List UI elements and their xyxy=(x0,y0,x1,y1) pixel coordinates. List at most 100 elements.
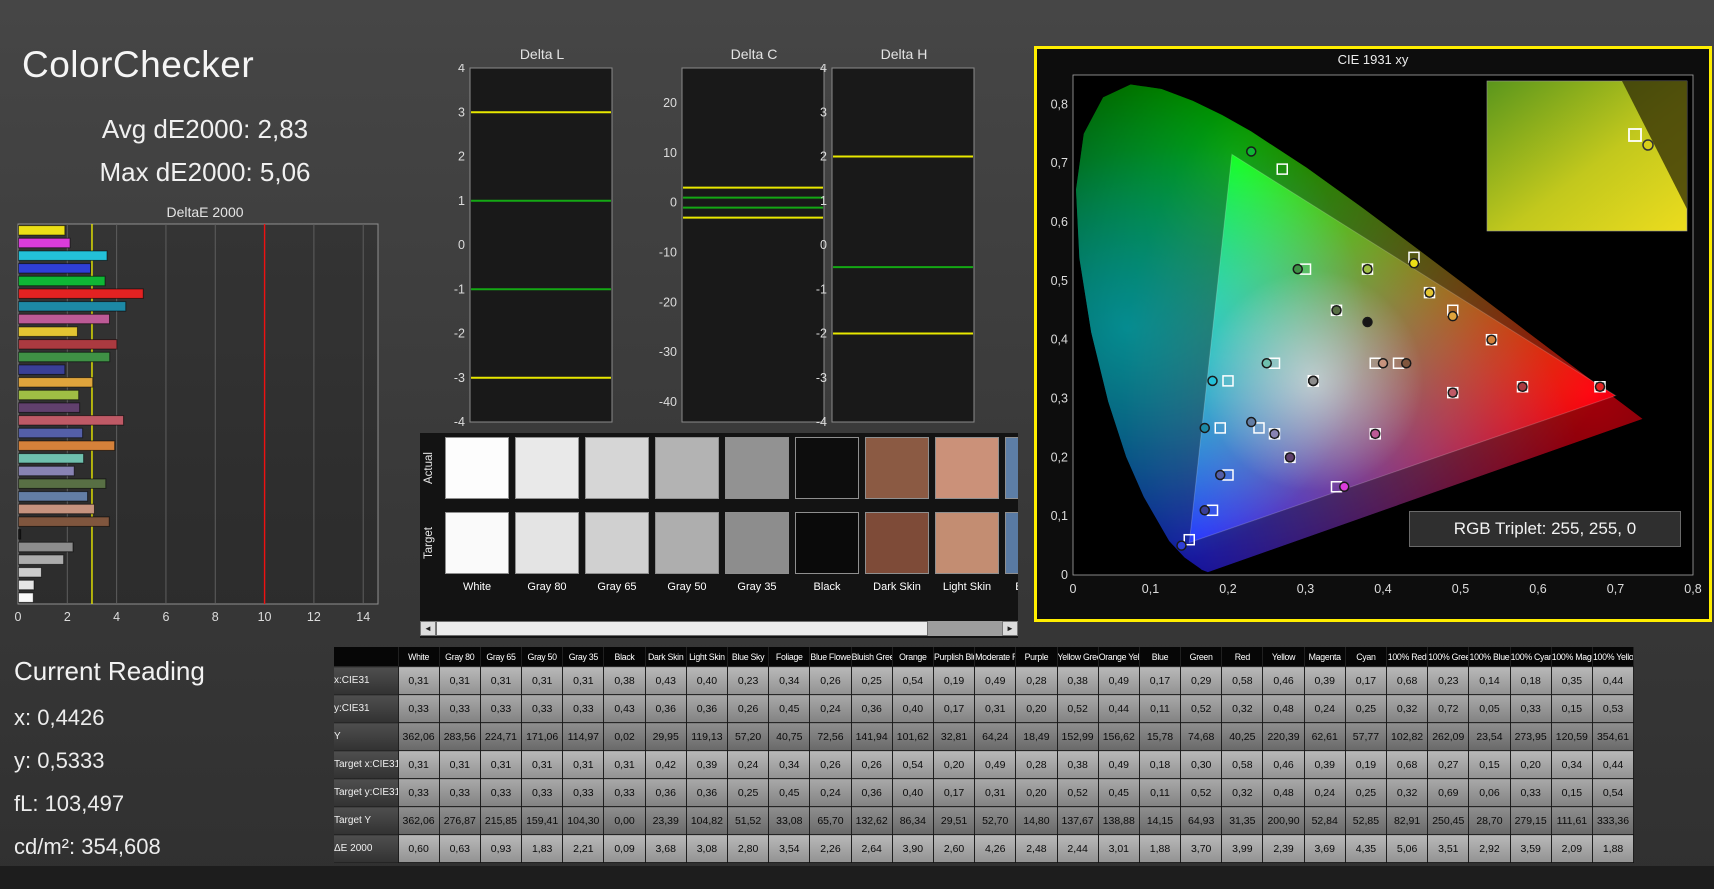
col-header: Bluish Green xyxy=(851,647,893,667)
table-cell: 0,32 xyxy=(1386,694,1429,723)
swatch-column-Gray 50: Gray 50 xyxy=(652,433,722,638)
swatch-actual[interactable] xyxy=(1005,437,1018,499)
swatch-target[interactable] xyxy=(725,512,789,574)
strip-plot-area xyxy=(831,67,975,423)
table-cell: 0,33 xyxy=(398,778,440,807)
swatch-column-Black: Black xyxy=(792,433,862,638)
row-label: Y xyxy=(334,722,399,751)
swatch-target[interactable] xyxy=(1005,512,1018,574)
current-reading-title: Current Reading xyxy=(14,656,205,686)
swatch-target[interactable] xyxy=(585,512,649,574)
table-cell: 0,33 xyxy=(398,694,440,723)
table-cell: 0,33 xyxy=(1510,694,1552,723)
axis-tick-label: 0,2 xyxy=(1219,582,1236,596)
table-cell: 72,56 xyxy=(809,722,852,751)
axis-tick-label: 0 xyxy=(15,610,22,624)
measured-marker-Red xyxy=(1517,381,1528,393)
table-cell: 152,99 xyxy=(1057,722,1099,751)
axis-tick-label: -1 xyxy=(454,282,465,296)
table-row: Target x:CIE31 0,31 0,31 0,31 0,31 0,31 0,31 0,… xyxy=(334,750,1635,779)
table-cell: 0,32 xyxy=(1221,778,1264,807)
table-cell: 0,33 xyxy=(521,694,564,723)
max-de2000-stat: Max dE2000: 5,06 xyxy=(99,157,311,187)
axis-tick-label: 2 xyxy=(458,150,465,164)
deltae2000-bar-chart: DeltaE 2000 0 2 4 6 8 10 12 14 xyxy=(14,202,396,631)
swatch-target[interactable] xyxy=(655,512,719,574)
table-cell: 2,21 xyxy=(562,834,605,863)
table-cell: 0,19 xyxy=(1345,750,1388,779)
table-cell: 215,85 xyxy=(480,806,523,835)
table-cell: 0,33 xyxy=(521,778,564,807)
table-cell: 0,31 xyxy=(974,778,1017,807)
delta-h-title: Delta H xyxy=(880,46,928,62)
table-cell: 5,06 xyxy=(1386,834,1429,863)
scrollbar-thumb[interactable] xyxy=(436,621,928,636)
deltae-bar xyxy=(18,301,127,312)
table-cell: 0,31 xyxy=(521,666,564,695)
table-cell: 283,56 xyxy=(439,722,481,751)
table-cell: 51,52 xyxy=(727,806,770,835)
swatch-actual[interactable] xyxy=(795,437,859,499)
col-header: Cyan xyxy=(1345,647,1388,667)
table-cell: 0,35 xyxy=(1551,666,1593,695)
table-cell: 0,69 xyxy=(1427,778,1470,807)
swatch-actual[interactable] xyxy=(935,437,999,499)
measured-marker-Purplish Blue xyxy=(1215,469,1226,481)
table-cell: 0,33 xyxy=(562,694,605,723)
swatch-target[interactable] xyxy=(445,512,509,574)
measured-marker-Foliage xyxy=(1331,305,1342,316)
swatch-actual[interactable] xyxy=(445,437,509,499)
table-cell: 0,34 xyxy=(768,750,811,779)
deltae-bar xyxy=(18,529,22,540)
deltae-bar xyxy=(18,288,144,299)
swatch-actual[interactable] xyxy=(865,437,929,499)
deltae-bar xyxy=(18,275,106,287)
table-cell: 0,40 xyxy=(892,694,934,723)
table-cell: 0,54 xyxy=(1592,778,1635,807)
table-cell: 0,36 xyxy=(645,694,687,723)
table-cell: 0,18 xyxy=(1139,750,1182,779)
table-cell: 0,31 xyxy=(562,750,605,779)
swatch-scrollbar[interactable]: ◄ ► xyxy=(420,621,1018,636)
swatch-actual[interactable] xyxy=(585,437,649,499)
table-cell: 28,70 xyxy=(1468,806,1511,835)
table-cell: 3,01 xyxy=(1098,834,1140,863)
swatch-target[interactable] xyxy=(795,512,859,574)
swatch-actual[interactable] xyxy=(515,437,579,499)
col-header: Yellow Green xyxy=(1057,647,1099,667)
col-header: Light Skin xyxy=(686,647,729,667)
scroll-right-button[interactable]: ► xyxy=(1002,621,1018,636)
table-cell: 52,70 xyxy=(974,806,1017,835)
swatch-target[interactable] xyxy=(515,512,579,574)
swatch-target[interactable] xyxy=(865,512,929,574)
measured-marker-Yellow xyxy=(1424,287,1435,298)
table-cell: 0,33 xyxy=(480,694,523,723)
table-cell: 137,67 xyxy=(1057,806,1099,835)
measured-marker-Orange xyxy=(1486,334,1497,345)
deltae-bar xyxy=(18,263,91,274)
axis-tick-label: -10 xyxy=(659,245,677,259)
swatch-target[interactable] xyxy=(935,512,999,574)
table-cell: 0,33 xyxy=(603,778,646,807)
table-cell: 0,46 xyxy=(1262,750,1305,779)
axis-tick-label: -2 xyxy=(454,327,465,341)
swatch-actual[interactable] xyxy=(655,437,719,499)
table-cell: 0,24 xyxy=(727,750,770,779)
table-cell: 2,60 xyxy=(933,834,976,863)
table-cell: 0,20 xyxy=(1015,778,1058,807)
delta-l-chart: Delta L 4 3 2 1 0 -1 -2 -3 -4 xyxy=(438,44,618,433)
table-cell: 2,39 xyxy=(1262,834,1305,863)
swatch-actual[interactable] xyxy=(725,437,789,499)
scroll-left-button[interactable]: ◄ xyxy=(420,621,436,636)
table-cell: 0,15 xyxy=(1551,694,1593,723)
deltae-bar xyxy=(18,478,107,489)
table-cell: 0,36 xyxy=(686,694,729,723)
table-cell: 65,70 xyxy=(809,806,852,835)
col-header: Moderate Red xyxy=(974,647,1017,667)
table-cell: 0,43 xyxy=(603,694,646,723)
measured-marker-Blue Sky xyxy=(1246,416,1257,428)
table-cell: 0,02 xyxy=(603,722,646,751)
current-reading-section: Current Reading x: 0,4426 y: 0,5333 fL: … xyxy=(14,656,334,877)
table-cell: 0,17 xyxy=(1345,666,1388,695)
deltae-bar xyxy=(18,339,118,350)
